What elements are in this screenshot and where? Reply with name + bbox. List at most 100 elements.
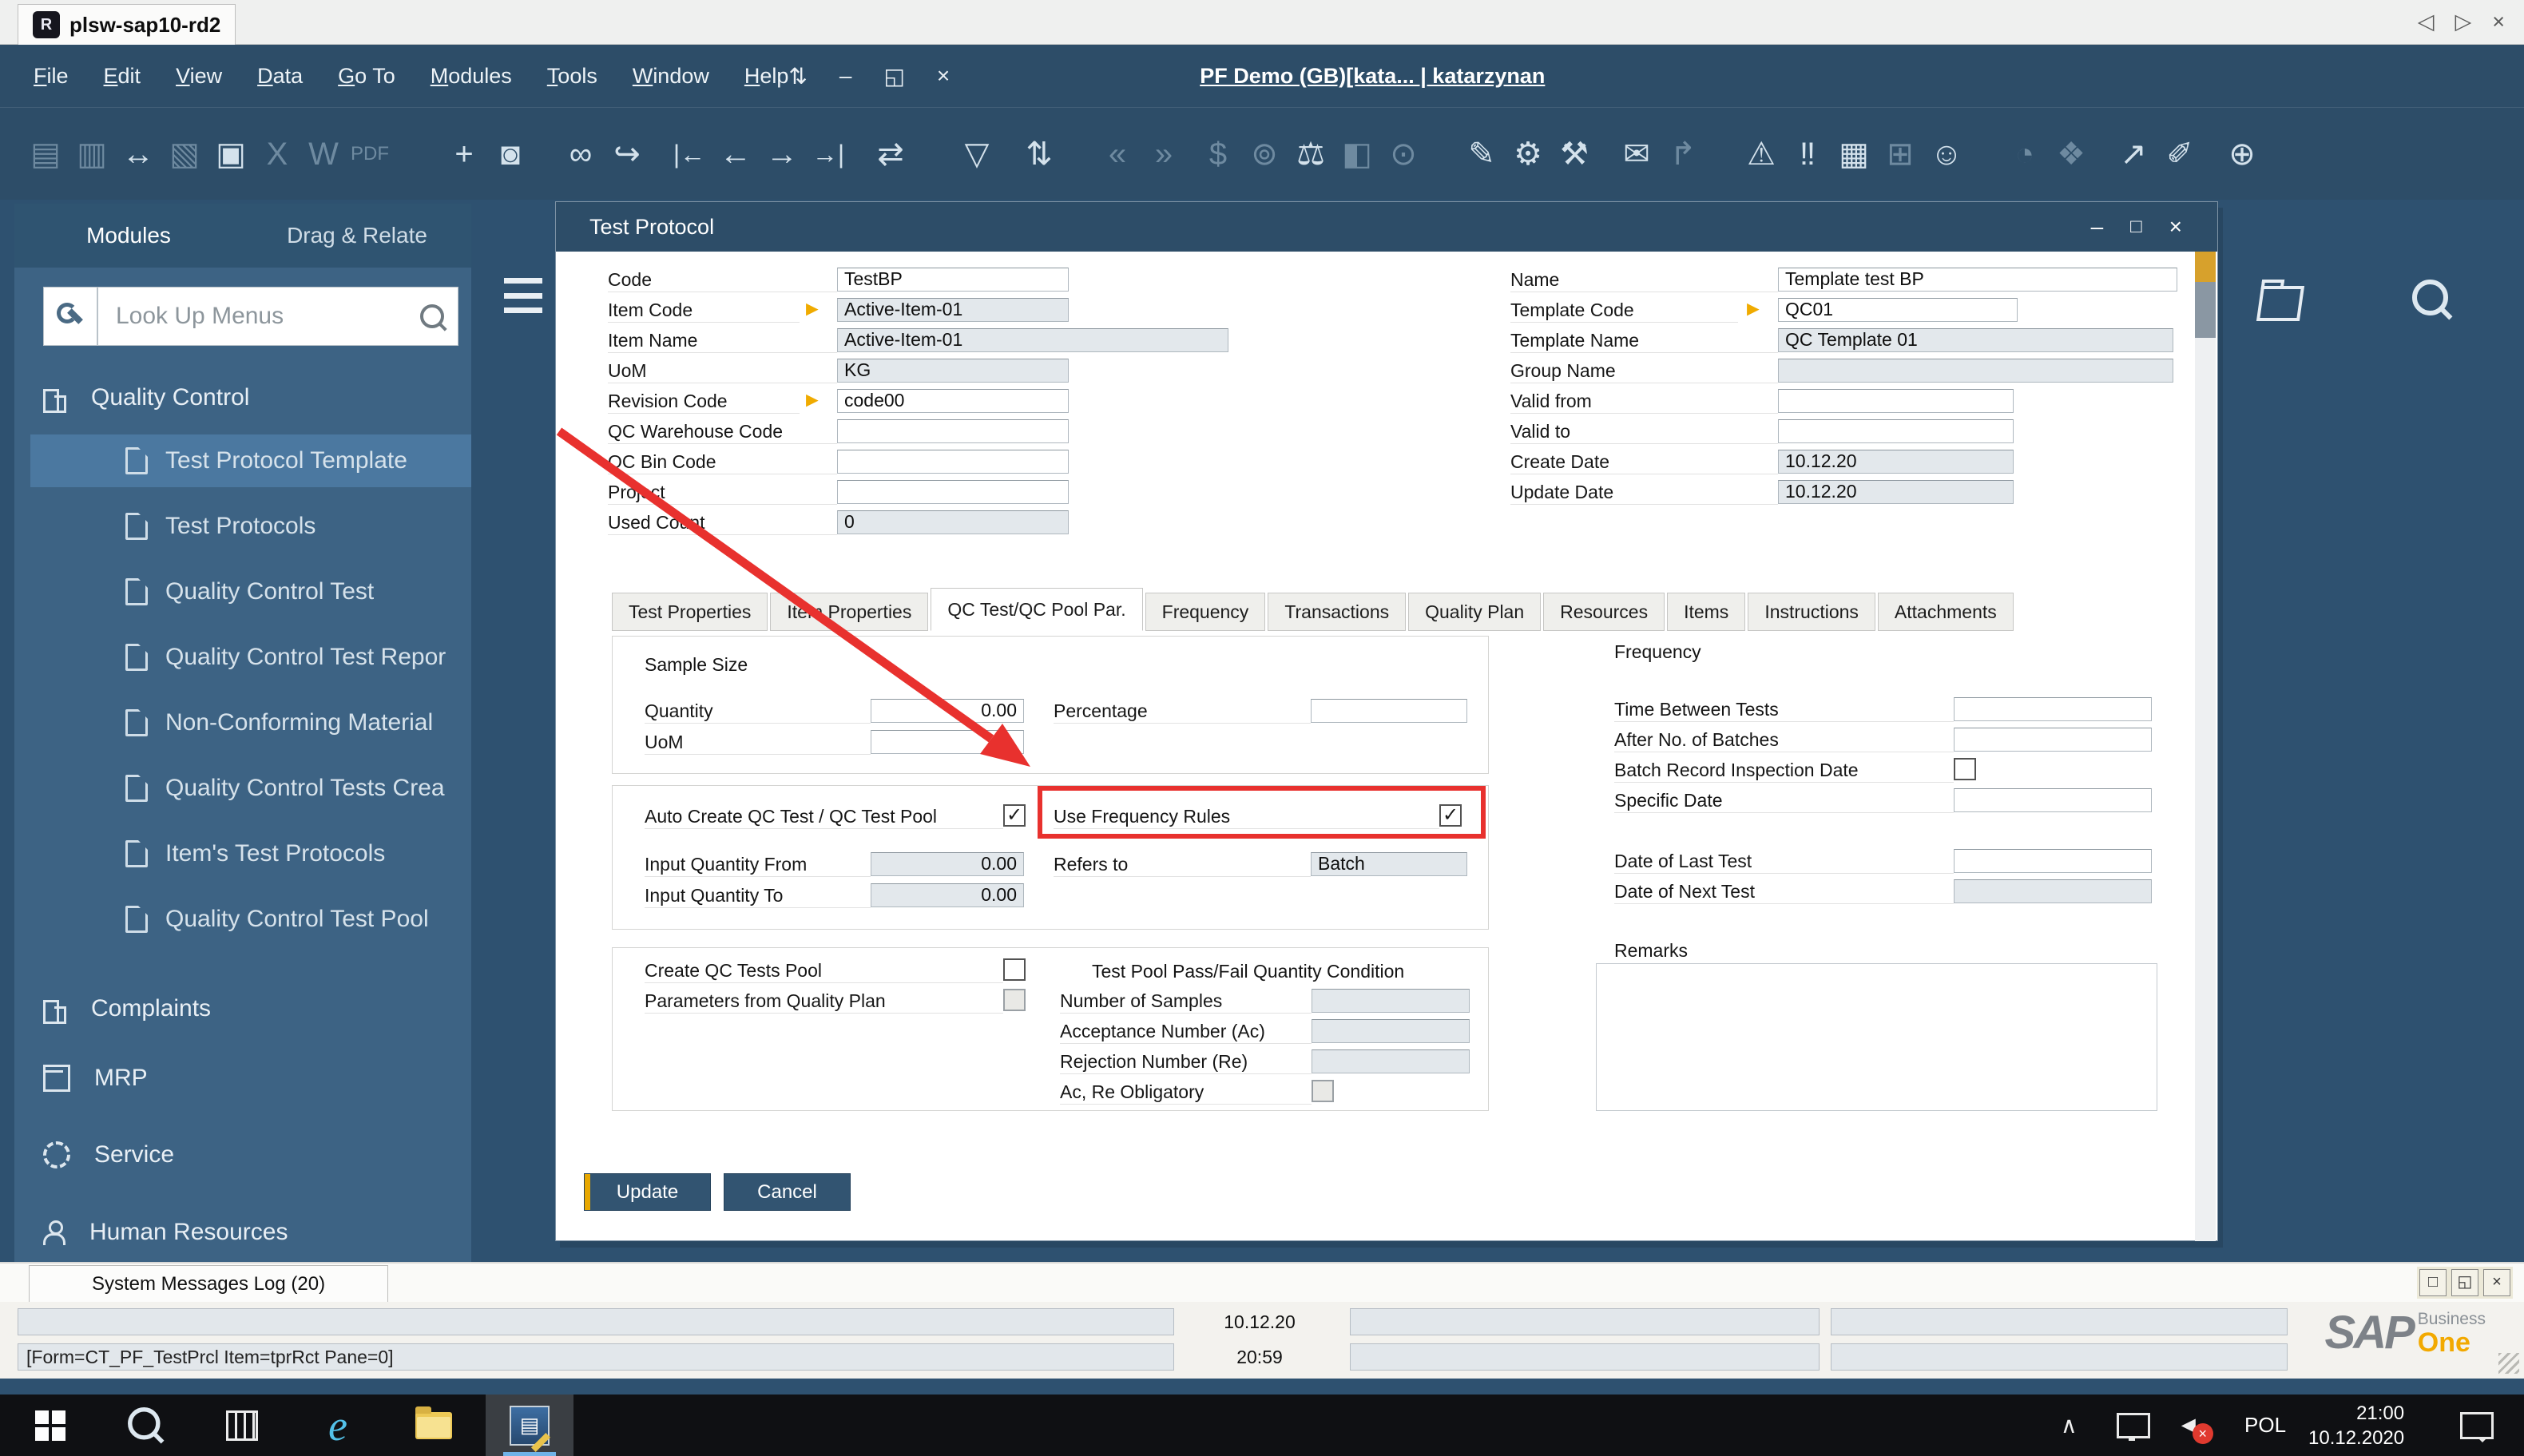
file-explorer-button[interactable] [390,1395,478,1456]
payment-search-icon[interactable]: ⊙ [1380,131,1427,177]
pane-restore-icon[interactable]: ◱ [2451,1269,2478,1296]
remove-document-icon[interactable]: « [1094,131,1141,177]
input-quantity-to-field[interactable]: 0.00 [871,883,1024,907]
project-field[interactable] [837,480,1069,504]
link-arrow-icon[interactable]: ► [1743,296,1764,320]
menu-data[interactable]: Data [257,64,303,89]
close-icon[interactable]: × [937,63,950,89]
sidebar-item-items-test-protocols[interactable]: Item's Test Protocols [14,827,471,880]
dialog-scrollbar[interactable] [2195,252,2216,1241]
tab-scroll-left-icon[interactable]: ◁ [2418,10,2435,34]
window-tab[interactable]: R plsw-sap10-rd2 [18,4,236,45]
link-arrow-icon[interactable]: ► [802,387,823,411]
tray-network[interactable] [2117,1395,2150,1456]
sales-analysis-icon[interactable]: ↗ [2110,131,2157,177]
menu-edit[interactable]: Edit [104,64,141,89]
document-settings-icon[interactable]: ⚙ [1505,131,1551,177]
menu-modules[interactable]: Modules [431,64,512,89]
name-field[interactable]: Template test BP [1778,268,2177,292]
form-settings-icon[interactable]: ⚒ [1551,131,1597,177]
dialog-minimize-icon[interactable]: – [2091,214,2104,240]
tray-language[interactable]: POL [2244,1395,2286,1456]
rejection-number-field[interactable] [1312,1049,1470,1073]
tab-item-properties[interactable]: Item Properties [770,593,928,631]
sidebar-item-non-conforming-material[interactable]: Non-Conforming Material [14,696,471,749]
group-name-field[interactable] [1778,359,2173,383]
date-of-next-test-field[interactable] [1954,879,2152,903]
ac-re-obligatory-checkbox[interactable] [1312,1080,1334,1102]
sidebar-item-test-protocol-template[interactable]: Test Protocol Template [30,434,471,487]
sidebar-section-quality-control[interactable]: Quality Control [14,371,471,424]
menu-window[interactable]: Window [633,64,709,89]
menu-view[interactable]: View [176,64,222,89]
sidebar-item-qc-test-report[interactable]: Quality Control Test Repor [14,631,471,684]
dialog-title-bar[interactable]: Test Protocol – □ × [556,202,2217,252]
cancel-button[interactable]: Cancel [724,1173,851,1211]
sort-icon[interactable]: ⇅ [1016,131,1062,177]
qc-warehouse-field[interactable] [837,419,1069,443]
web-client-icon[interactable]: ⊕ [2219,131,2265,177]
item-code-field[interactable]: Active-Item-01 [837,298,1069,322]
export-excel-icon[interactable]: X [254,131,300,177]
refers-to-field[interactable]: Batch [1311,852,1467,876]
widgets-icon[interactable]: ❖ [2048,131,2094,177]
date-of-last-test-field[interactable] [1954,849,2152,873]
print-icon[interactable]: ▥ [69,131,115,177]
report-designer-icon[interactable]: ✐ [2157,131,2203,177]
sidebar-item-qc-tests-creation[interactable]: Quality Control Tests Crea [14,762,471,815]
edit-icon[interactable]: ✎ [1458,131,1505,177]
lookup-menus-input[interactable]: Look Up Menus [97,287,458,346]
tab-transactions[interactable]: Transactions [1268,593,1406,631]
customize-toolbar-icon[interactable]: ⇅ [788,63,807,89]
sidebar-item-test-protocols[interactable]: Test Protocols [14,500,471,553]
used-count-field[interactable]: 0 [837,510,1069,534]
pan-icon[interactable]: + [441,131,487,177]
sidebar-item-quality-control-test[interactable]: Quality Control Test [14,565,471,618]
parameters-from-quality-plan-checkbox[interactable] [1003,989,1026,1011]
messages-icon[interactable]: ✉ [1613,131,1660,177]
employee-icon[interactable]: ☺ [1923,131,1970,177]
template-code-field[interactable]: QC01 [1778,298,2018,322]
tab-scroll-right-icon[interactable]: ▷ [2455,10,2471,34]
batch-record-inspection-date-checkbox[interactable] [1954,758,1976,780]
alerts-icon[interactable]: ⚠ [1738,131,1784,177]
sidebar-section-mrp[interactable]: MRP [14,1052,471,1105]
sidebar-section-human-resources[interactable]: Human Resources [14,1206,471,1259]
sample-quantity-field[interactable]: 0.00 [871,699,1024,723]
item-name-field[interactable]: Active-Item-01 [837,328,1228,352]
valid-from-field[interactable] [1778,389,2014,413]
print-preview-icon[interactable]: ▤ [22,131,69,177]
auto-create-checkbox[interactable]: ✓ [1003,804,1026,827]
pane-close-icon[interactable]: × [2483,1269,2510,1296]
create-qc-tests-pool-checkbox[interactable] [1003,958,1026,981]
refresh-icon[interactable]: ⇄ [867,131,914,177]
start-button[interactable] [6,1395,94,1456]
use-frequency-rules-checkbox[interactable]: ✓ [1439,804,1462,827]
menu-goto[interactable]: Go To [338,64,395,89]
dialog-close-icon[interactable]: × [2169,214,2182,240]
menu-help[interactable]: Help [744,64,789,89]
org-chart-icon[interactable]: ⊞ [1877,131,1923,177]
tab-modules[interactable]: Modules [14,204,243,268]
resize-form-icon[interactable]: ↔ [115,131,161,177]
lock-screen-icon[interactable]: ◙ [487,131,534,177]
tab-attachments[interactable]: Attachments [1878,593,2014,631]
valid-to-field[interactable] [1778,419,2014,443]
task-view-button[interactable] [198,1395,286,1456]
goto-form-icon[interactable]: ↪ [604,131,650,177]
pane-maximize-icon[interactable]: □ [2419,1269,2447,1296]
code-field[interactable]: TestBP [837,268,1069,292]
tab-qc-test-pool-par[interactable]: QC Test/QC Pool Par. [931,588,1142,631]
first-record-icon[interactable]: |← [666,131,712,177]
forward-message-icon[interactable]: ↱ [1660,131,1706,177]
sap-b1-taskbar-button[interactable]: ▤ [486,1395,573,1456]
resize-grip[interactable] [2498,1353,2519,1374]
uom-field[interactable]: KG [837,359,1069,383]
payment-document-icon[interactable]: $ [1195,131,1241,177]
session-label[interactable]: PF Demo (GB)[kata... | katarzynan [1200,45,1545,107]
sidebar-section-complaints[interactable]: Complaints [14,982,471,1035]
menu-file[interactable]: File [34,64,69,89]
payment-means-icon[interactable]: ⊚ [1241,131,1288,177]
calendar-icon[interactable]: ▦ [1831,131,1877,177]
sample-uom-field[interactable] [871,730,1024,754]
